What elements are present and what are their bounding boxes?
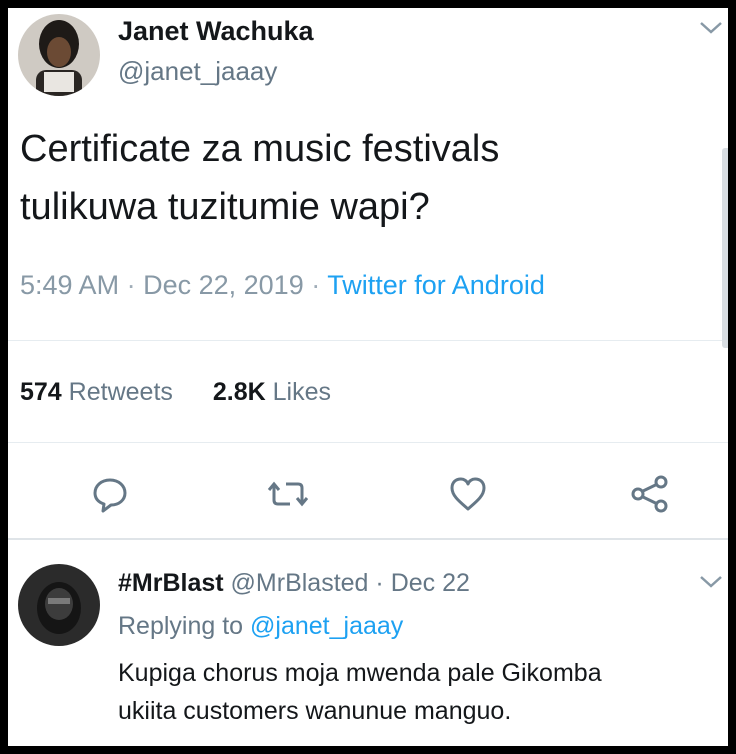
divider (8, 538, 728, 540)
likes-stat[interactable]: 2.8K Likes (213, 378, 331, 406)
reply-author-name[interactable]: #MrBlast (118, 569, 224, 597)
tweet-menu-chevron-icon[interactable] (698, 20, 724, 36)
tweet-date[interactable]: Dec 22, 2019 (143, 270, 304, 300)
reply-text: Kupiga chorus moja mwenda pale Gikomba u… (118, 659, 602, 725)
likes-label: Likes (272, 378, 332, 406)
scroll-indicator[interactable] (722, 148, 728, 348)
comment-icon (93, 478, 127, 513)
divider (8, 340, 728, 341)
author-avatar[interactable] (18, 14, 100, 96)
replying-to-mention[interactable]: @janet_jaaay (250, 612, 403, 640)
retweets-count: 574 (20, 378, 62, 406)
share-icon (631, 475, 668, 513)
retweet-button[interactable] (266, 472, 310, 516)
reply-date[interactable]: Dec 22 (391, 569, 470, 597)
replying-to: Replying to @janet_jaaay (118, 612, 403, 641)
reply-separator: · (375, 569, 384, 597)
tweet-meta: 5:49 AM · Dec 22, 2019 · Twitter for And… (20, 270, 545, 301)
tweet-text: Certificate za music festivals tulikuwa … (20, 128, 500, 228)
author-name[interactable]: Janet Wachuka (118, 16, 314, 47)
reply-header: #MrBlast @MrBlasted · Dec 22 (118, 569, 470, 598)
reply-menu-chevron-icon[interactable] (698, 574, 724, 590)
likes-count: 2.8K (212, 378, 266, 406)
author-avatar-image (18, 14, 100, 96)
tweet-source-link[interactable]: Twitter for Android (327, 270, 545, 300)
retweet-icon (267, 481, 309, 507)
tweet-time: 5:49 AM (20, 270, 120, 300)
heart-icon (450, 477, 486, 511)
retweets-label: Retweets (68, 378, 173, 406)
share-button[interactable] (628, 472, 672, 516)
reply-button[interactable] (88, 472, 132, 516)
meta-separator: · (126, 270, 136, 300)
reply-author-avatar[interactable] (18, 564, 100, 646)
meta-separator: · (311, 270, 321, 300)
author-handle[interactable]: @janet_jaaay (118, 56, 277, 87)
tweet-detail-screen: Janet Wachuka @janet_jaaay Certificate z… (8, 8, 728, 746)
reply-author-handle[interactable]: @MrBlasted (231, 569, 369, 597)
divider (8, 442, 728, 443)
retweets-stat[interactable]: 574 Retweets (20, 378, 173, 406)
like-button[interactable] (446, 472, 490, 516)
tweet-stats: 574 Retweets 2.8K Likes (20, 378, 331, 407)
replying-prefix: Replying to (118, 612, 244, 640)
reply-avatar-image (18, 564, 100, 646)
